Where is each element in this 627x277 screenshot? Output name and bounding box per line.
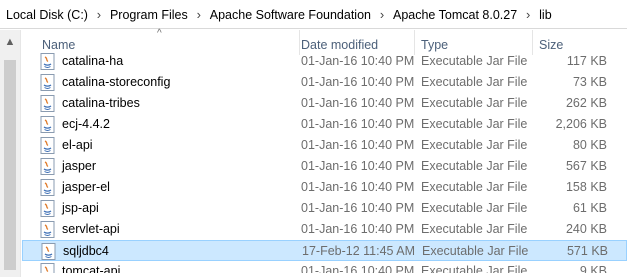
chevron-right-icon[interactable]: › — [371, 7, 393, 22]
address-bar[interactable]: Local Disk (C:) › Program Files › Apache… — [0, 0, 627, 29]
file-type: Executable Jar File — [421, 201, 528, 215]
chevron-right-icon[interactable]: › — [88, 7, 110, 22]
java-jar-file-icon — [41, 243, 56, 260]
file-type: Executable Jar File — [421, 75, 528, 89]
file-name: catalina-storeconfig — [62, 75, 171, 89]
file-name: jasper-el — [62, 180, 110, 194]
file-date-modified: 01-Jan-16 10:40 PM — [301, 222, 415, 236]
file-type: Executable Jar File — [421, 264, 528, 273]
file-row[interactable]: jsp-api 01-Jan-16 10:40 PM Executable Jar … — [22, 198, 627, 219]
file-row[interactable]: el-api 01-Jan-16 10:40 PM Executable Jar F… — [22, 135, 627, 156]
file-type: Executable Jar File — [422, 244, 529, 258]
file-date-modified: 01-Jan-16 10:40 PM — [301, 54, 415, 68]
breadcrumb-apache-software-foundation[interactable]: Apache Software Foundation — [210, 8, 371, 22]
java-jar-file-icon — [40, 179, 55, 196]
file-row[interactable]: sqljdbc4 17-Feb-12 11:45 AM Executable Jar… — [22, 240, 627, 261]
file-size: 2,206 KB — [555, 117, 607, 131]
file-row[interactable]: catalina-tribes 01-Jan-16 10:40 PM Executa… — [22, 93, 627, 114]
file-date-modified: 01-Jan-16 10:40 PM — [301, 138, 415, 152]
file-name: servlet-api — [62, 222, 120, 236]
vertical-scrollbar[interactable]: ▲ — [0, 30, 21, 277]
file-row[interactable]: jasper-el 01-Jan-16 10:40 PM Executable Ja… — [22, 177, 627, 198]
file-size: 567 KB — [565, 159, 607, 173]
file-name: tomcat-api — [62, 264, 121, 273]
file-name: jasper — [62, 159, 97, 173]
file-size: 80 KB — [572, 138, 607, 152]
file-row[interactable]: ecj-4.4.2 01-Jan-16 10:40 PM Executable Ja… — [22, 114, 627, 135]
java-jar-file-icon — [40, 74, 55, 91]
file-date-modified: 01-Jan-16 10:40 PM — [301, 201, 415, 215]
file-name: catalina-ha — [62, 54, 124, 68]
file-size: 117 KB — [566, 54, 607, 68]
file-list: catalina-ha 01-Jan-16 10:40 PM Executable … — [22, 51, 627, 273]
file-date-modified: 01-Jan-16 10:40 PM — [301, 96, 415, 110]
breadcrumb-local-disk[interactable]: Local Disk (C:) — [6, 8, 88, 22]
file-date-modified: 01-Jan-16 10:40 PM — [301, 117, 415, 131]
file-date-modified: 01-Jan-16 10:40 PM — [301, 180, 415, 194]
file-date-modified: 01-Jan-16 10:40 PM — [301, 159, 415, 173]
java-jar-file-icon — [40, 137, 55, 154]
file-type: Executable Jar File — [421, 180, 528, 194]
file-name: ecj-4.4.2 — [62, 117, 110, 131]
java-jar-file-icon — [40, 200, 55, 217]
file-size: 571 KB — [566, 244, 608, 258]
file-date-modified: 01-Jan-16 10:40 PM — [301, 75, 415, 89]
file-name: catalina-tribes — [62, 96, 140, 110]
scrollbar-thumb[interactable] — [4, 60, 16, 270]
file-size: 61 KB — [572, 201, 607, 215]
file-row[interactable]: catalina-ha 01-Jan-16 10:40 PM Executable … — [22, 51, 627, 72]
breadcrumb-apache-tomcat[interactable]: Apache Tomcat 8.0.27 — [393, 8, 517, 22]
java-jar-file-icon — [40, 158, 55, 175]
breadcrumb-lib[interactable]: lib — [539, 8, 552, 22]
file-row[interactable]: jasper 01-Jan-16 10:40 PM Executable Jar F… — [22, 156, 627, 177]
file-date-modified: 17-Feb-12 11:45 AM — [302, 244, 416, 258]
file-name: jsp-api — [62, 201, 99, 215]
file-name: el-api — [62, 138, 93, 152]
file-type: Executable Jar File — [421, 222, 528, 236]
scroll-up-arrow-icon[interactable]: ▲ — [3, 36, 17, 48]
file-name: sqljdbc4 — [63, 244, 109, 258]
java-jar-file-icon — [40, 95, 55, 112]
file-type: Executable Jar File — [421, 117, 528, 131]
file-date-modified: 01-Jan-16 10:40 PM — [301, 264, 415, 273]
file-row[interactable]: servlet-api 01-Jan-16 10:40 PM Executable … — [22, 219, 627, 240]
chevron-right-icon[interactable]: › — [517, 7, 539, 22]
file-type: Executable Jar File — [421, 159, 528, 173]
java-jar-file-icon — [40, 53, 55, 70]
file-size: 262 KB — [565, 96, 607, 110]
file-row[interactable]: tomcat-api 01-Jan-16 10:40 PM Executable J… — [22, 261, 627, 273]
file-size: 240 KB — [565, 222, 607, 236]
chevron-right-icon[interactable]: › — [188, 7, 210, 22]
file-size: 9 KB — [579, 264, 607, 273]
file-size: 73 KB — [572, 75, 607, 89]
breadcrumb: Local Disk (C:) › Program Files › Apache… — [6, 0, 552, 29]
java-jar-file-icon — [40, 221, 55, 238]
file-type: Executable Jar File — [421, 54, 528, 68]
java-jar-file-icon — [40, 116, 55, 133]
file-size: 158 KB — [565, 180, 607, 194]
file-row[interactable]: catalina-storeconfig 01-Jan-16 10:40 PM Ex… — [22, 72, 627, 93]
file-type: Executable Jar File — [421, 96, 528, 110]
breadcrumb-program-files[interactable]: Program Files — [110, 8, 188, 22]
file-type: Executable Jar File — [421, 138, 528, 152]
java-jar-file-icon — [40, 263, 55, 273]
